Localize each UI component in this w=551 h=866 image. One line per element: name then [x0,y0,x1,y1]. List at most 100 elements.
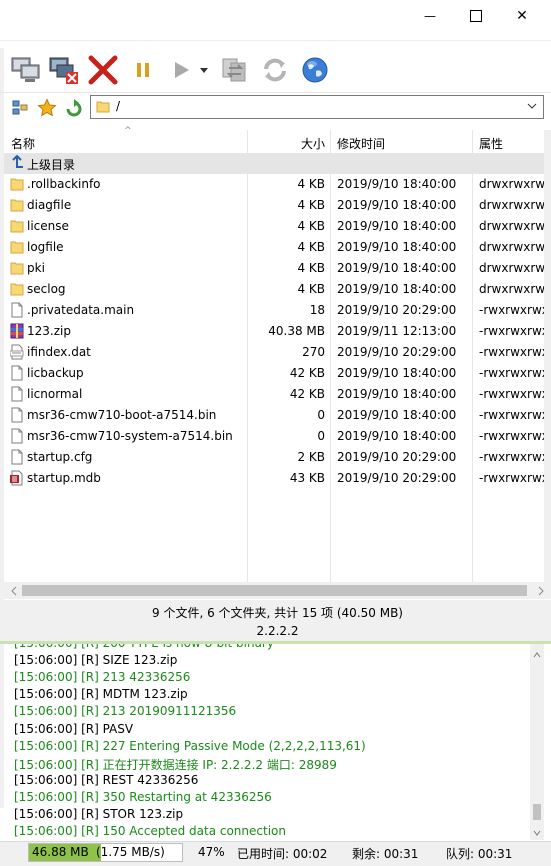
up-arrow-icon [10,154,24,171]
file-attributes: -rwxrwxrwx [479,366,549,380]
view-toggle-button[interactable] [10,98,30,118]
favorite-star-icon [37,98,57,117]
disconnect-icon [49,57,78,84]
cancel-button[interactable] [86,52,120,88]
favorites-button[interactable] [37,98,57,118]
file-row[interactable]: 123.zip 40.38 MB 2019/9/11 12:13:00 -rwxrwx… [4,321,551,342]
file-row[interactable]: .privatedata.main 18 2019/9/10 20:29:00 -rw… [4,300,551,321]
start-dropdown-button[interactable] [196,52,212,88]
cancel-icon [88,55,118,85]
column-attributes[interactable]: 属性 [479,135,503,152]
folder-icon [10,176,24,192]
file-modified: 2019/9/10 18:40:00 [337,198,457,212]
file-row[interactable]: diagfile 4 KB 2019/9/10 18:40:00 drwxrwxrwx [4,195,551,216]
file-modified: 2019/9/10 18:40:00 [337,408,457,422]
pause-button[interactable] [126,52,160,88]
sync-browse-icon [222,58,246,82]
file-icon [10,365,24,381]
refresh-button[interactable] [258,52,292,88]
file-modified: 2019/9/10 18:40:00 [337,219,457,233]
file-name: licnormal [27,387,83,401]
file-size: 270 [302,345,325,359]
maximize-button[interactable] [453,0,499,32]
file-row[interactable]: startup.mdb 43 KB 2019/9/10 20:29:00 -rwxrw… [4,468,551,489]
path-input[interactable]: / [90,95,544,119]
file-modified: 2019/9/10 20:29:00 [337,471,457,485]
file-modified: 2019/9/10 18:40:00 [337,282,457,296]
file-name: startup.cfg [27,450,93,464]
log-line: [15:06:00] [R] PASV [14,721,134,736]
file-name: msr36-cmw710-boot-a7514.bin [27,408,217,422]
log-line: [15:06:00] [R] 正在打开数据连接 IP: 2.2.2.2 端口: … [14,757,337,772]
start-button[interactable] [164,52,198,88]
horizontal-scrollbar[interactable] [4,582,551,599]
file-row[interactable]: msr36-cmw710-system-a7514.bin 0 2019/9/10 … [4,426,551,447]
folder-icon [96,99,110,113]
scroll-left-icon[interactable] [10,585,18,599]
file-attributes: drwxrwxrwx [479,240,551,254]
globe-button[interactable] [298,52,332,88]
scroll-right-icon[interactable] [537,585,545,599]
file-size: 4 KB [297,282,325,296]
log-panel: [15:06:00] [R] 200 TYPE is now 8-bit bin… [8,644,528,842]
maximize-icon [470,10,482,22]
file-attributes: drwxrwxrwx [479,219,551,233]
globe-icon [302,57,328,83]
file-attributes: -rwxrwxrwx [479,387,549,401]
file-name: msr36-cmw710-system-a7514.bin [27,429,233,443]
file-attributes: -rwxrwxrwx [479,408,549,422]
file-size: 0 [317,429,325,443]
scroll-thumb[interactable] [22,585,527,596]
sync-browse-button[interactable] [218,52,252,88]
vcd-file-icon [9,344,24,360]
divider [0,40,551,41]
file-icon [10,386,24,402]
log-scroll-thumb[interactable] [533,804,541,820]
file-row[interactable]: ifindex.dat 270 2019/9/10 20:29:00 -rwxrwxr… [4,342,551,363]
file-row[interactable]: logfile 4 KB 2019/9/10 18:40:00 drwxrwxrwx [4,237,551,258]
file-row[interactable]: msr36-cmw710-boot-a7514.bin 0 2019/9/10 18… [4,405,551,426]
file-icon [10,302,24,318]
file-attributes: -rwxrwxrwx [479,345,549,359]
host-address: 2.2.2.2 [256,624,299,638]
elapsed-time: 已用时间: 00:02 [237,847,328,861]
file-row[interactable]: pki 4 KB 2019/9/10 18:40:00 drwxrwxrwx [4,258,551,279]
file-name: licbackup [27,366,84,380]
connect-button[interactable] [8,52,42,88]
file-row[interactable]: licnormal 42 KB 2019/9/10 18:40:00 -rwxrwxr… [4,384,551,405]
disconnect-button[interactable] [46,52,80,88]
file-modified: 2019/9/10 18:40:00 [337,366,457,380]
file-row[interactable]: .rollbackinfo 4 KB 2019/9/10 18:40:00 drwxr… [4,174,551,195]
close-icon: ✕ [516,8,528,24]
column-modified[interactable]: 修改时间 [337,135,385,152]
path-dropdown-button[interactable] [527,100,537,114]
file-row[interactable]: licbackup 42 KB 2019/9/10 18:40:00 -rwxrwxr… [4,363,551,384]
path-value: / [116,99,121,113]
title-bar: — ✕ [0,0,551,32]
log-line: [15:06:00] [R] SIZE 123.zip [14,653,178,668]
file-modified: 2019/9/10 20:29:00 [337,450,457,464]
folder-icon [10,197,24,213]
scroll-up-icon[interactable] [533,648,541,662]
file-attributes: drwxrwxrwx [479,177,551,191]
column-size[interactable]: 大小 [301,135,325,152]
parent-directory-row[interactable]: 上级目录 [4,153,551,174]
scroll-down-icon[interactable] [533,826,541,840]
file-modified: 2019/9/10 18:40:00 [337,240,457,254]
folder-icon [10,281,24,297]
file-row[interactable]: startup.cfg 2 KB 2019/9/10 20:29:00 -rwxrwx… [4,447,551,468]
log-scrollbar[interactable] [530,644,544,840]
file-name: ifindex.dat [27,345,91,359]
file-row[interactable]: license 4 KB 2019/9/10 18:40:00 drwxrwxrwx [4,216,551,237]
file-modified: 2019/9/10 20:29:00 [337,345,457,359]
file-row[interactable]: seclog 4 KB 2019/9/10 18:40:00 drwxrwxrwx [4,279,551,300]
go-up-button[interactable] [64,98,84,118]
file-name: diagfile [27,198,72,212]
file-attributes: drwxrwxrwx [479,282,551,296]
minimize-button[interactable]: — [407,0,453,32]
file-list-scrollbar[interactable] [544,130,551,582]
file-attributes: -rwxrwxrwx [479,303,549,317]
close-button[interactable]: ✕ [499,0,545,32]
file-size: 43 KB [289,471,325,485]
column-name[interactable]: 名称 [11,135,35,152]
